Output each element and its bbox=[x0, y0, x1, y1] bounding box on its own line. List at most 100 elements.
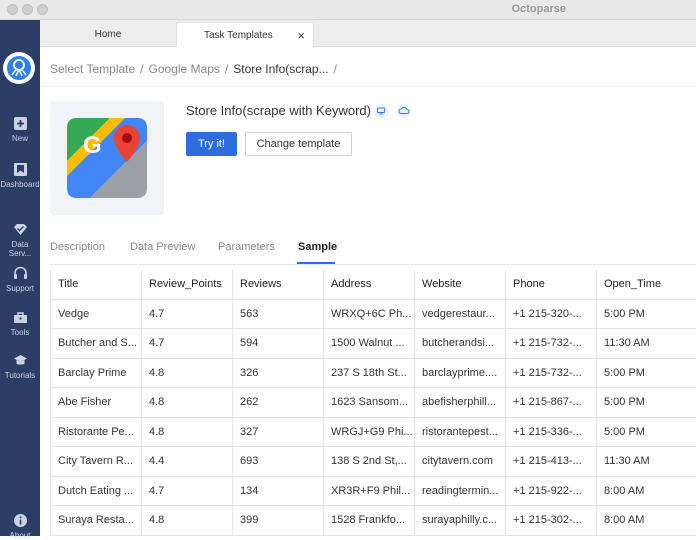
table-cell: XR3R+F9 Phil... bbox=[324, 476, 415, 505]
table-cell: +1 215-922-... bbox=[506, 476, 597, 505]
sample-data-table: Title Review_Points Reviews Address Website P… bbox=[50, 270, 696, 536]
template-thumbnail: G bbox=[50, 101, 164, 215]
table-cell: 399 bbox=[233, 506, 324, 535]
table-cell: 8:00 AM bbox=[597, 506, 696, 535]
window-title-bar: Octoparse bbox=[0, 0, 696, 20]
octoparse-logo[interactable] bbox=[3, 52, 35, 84]
table-cell: +1 215-302-... bbox=[506, 506, 597, 535]
table-cell: 4.4 bbox=[142, 447, 233, 476]
table-cell: 326 bbox=[233, 358, 324, 387]
table-cell: 1528 Frankfo... bbox=[324, 506, 415, 535]
table-cell: 5:00 PM bbox=[597, 359, 696, 388]
table-cell: 11:30 AM bbox=[597, 447, 696, 476]
table-cell: 8:00 AM bbox=[597, 477, 696, 506]
column-header: Review_Points bbox=[142, 270, 233, 299]
table-cell: 138 S 2nd St,... bbox=[324, 447, 415, 476]
sidebar-item-data-services[interactable]: Data Serv... bbox=[0, 222, 40, 258]
table-cell: Suraya Resta... bbox=[51, 506, 142, 535]
tab-sample[interactable]: Sample bbox=[298, 241, 337, 253]
column-header: Address bbox=[324, 270, 415, 299]
table-cell: 237 S 18th St... bbox=[324, 358, 415, 387]
table-cell: +1 215-732-... bbox=[506, 329, 597, 358]
change-template-button[interactable]: Change template bbox=[245, 132, 352, 156]
table-row[interactable]: Ristorante Pe... 4.8 327 WRGJ+G9 Phi... rist… bbox=[51, 417, 696, 447]
sidebar-item-tools[interactable]: Tools bbox=[0, 310, 40, 337]
table-cell: +1 215-732-... bbox=[506, 358, 597, 387]
table-cell: butcherandsi... bbox=[415, 329, 506, 358]
tab-data-preview[interactable]: Data Preview bbox=[130, 241, 195, 253]
breadcrumb-separator: / bbox=[333, 62, 337, 76]
breadcrumb: Select Template / Google Maps / Store Info(s… bbox=[50, 62, 342, 76]
sidebar-item-label: Tools bbox=[10, 328, 30, 337]
sidebar-item-tutorials[interactable]: Tutorials bbox=[0, 353, 40, 380]
table-cell: 327 bbox=[233, 417, 324, 446]
table-cell: 4.8 bbox=[142, 388, 233, 417]
table-cell: 1500 Walnut ... bbox=[324, 329, 415, 358]
table-cell: 5:00 PM bbox=[597, 418, 696, 447]
table-cell: 4.7 bbox=[142, 299, 233, 328]
table-cell: 262 bbox=[233, 388, 324, 417]
google-maps-icon: G bbox=[67, 118, 147, 198]
table-row[interactable]: City Tavern R... 4.4 693 138 S 2nd St,... ci… bbox=[51, 447, 696, 477]
table-cell: Abe Fisher bbox=[51, 388, 142, 417]
table-row[interactable]: Barclay Prime 4.8 326 237 S 18th St... barcl… bbox=[51, 358, 696, 388]
sidebar-item-label: Support bbox=[5, 284, 35, 293]
divider bbox=[50, 264, 696, 265]
sidebar: New Dashboard Data Serv... Support Tools… bbox=[0, 20, 40, 540]
table-cell: WRGJ+G9 Phi... bbox=[324, 417, 415, 446]
column-header: Website bbox=[415, 270, 506, 299]
table-cell: Barclay Prime bbox=[51, 358, 142, 387]
info-icon bbox=[13, 514, 27, 527]
tab-bar: Home Task Templates × bbox=[40, 20, 696, 47]
table-cell: surayaphilly.c... bbox=[415, 506, 506, 535]
table-row[interactable]: Suraya Resta... 4.8 399 1528 Frankfo... sura… bbox=[51, 506, 696, 536]
table-cell: 134 bbox=[233, 476, 324, 505]
divider bbox=[40, 86, 696, 87]
table-cell: 4.7 bbox=[142, 476, 233, 505]
tab-parameters[interactable]: Parameters bbox=[218, 241, 275, 253]
bookmark-icon bbox=[13, 163, 27, 176]
breadcrumb-item-select-template[interactable]: Select Template bbox=[50, 62, 135, 76]
table-cell: readingtermin... bbox=[415, 476, 506, 505]
tab-task-templates[interactable]: Task Templates × bbox=[176, 22, 314, 47]
table-row[interactable]: Dutch Eating ... 4.7 134 XR3R+F9 Phil... rea… bbox=[51, 476, 696, 506]
sidebar-item-label: Dashboard bbox=[0, 180, 40, 189]
table-cell: barclayprime.... bbox=[415, 358, 506, 387]
breadcrumb-item-current: Store Info(scrap... bbox=[233, 62, 329, 76]
tab-home[interactable]: Home bbox=[40, 22, 176, 47]
table-row[interactable]: Vedge 4.7 563 WRXQ+6C Ph... vedgerestaur... +… bbox=[51, 299, 696, 329]
sidebar-item-dashboard[interactable]: Dashboard bbox=[0, 162, 40, 189]
try-it-button[interactable]: Try it! bbox=[186, 132, 237, 156]
table-cell: 594 bbox=[233, 329, 324, 358]
table-cell: 11:30 AM bbox=[597, 329, 696, 358]
tab-description[interactable]: Description bbox=[50, 241, 105, 253]
table-cell: 4.7 bbox=[142, 329, 233, 358]
tab-label: Home bbox=[94, 29, 122, 40]
breadcrumb-separator: / bbox=[224, 62, 229, 76]
table-row[interactable]: Abe Fisher 4.8 262 1623 Sansom... abefisherp… bbox=[51, 388, 696, 418]
table-cell: 1623 Sansom... bbox=[324, 388, 415, 417]
table-row[interactable]: Butcher and S... 4.7 594 1500 Walnut ... but… bbox=[51, 329, 696, 359]
table-cell: Ristorante Pe... bbox=[51, 417, 142, 446]
close-icon[interactable]: × bbox=[297, 28, 305, 43]
diamond-icon bbox=[13, 224, 27, 235]
breadcrumb-separator: / bbox=[140, 62, 144, 76]
cloud-icon bbox=[397, 104, 411, 118]
breadcrumb-item-google-maps[interactable]: Google Maps bbox=[149, 62, 220, 76]
table-cell: Vedge bbox=[51, 299, 142, 328]
column-header: Title bbox=[51, 270, 142, 299]
graduation-cap-icon bbox=[13, 355, 27, 365]
table-cell: ristorantepest... bbox=[415, 417, 506, 446]
table-cell: vedgerestaur... bbox=[415, 299, 506, 328]
sidebar-item-support[interactable]: Support bbox=[0, 266, 40, 293]
sidebar-item-new[interactable]: New bbox=[0, 116, 40, 143]
toolbox-icon bbox=[13, 312, 27, 323]
table-header-row: Title Review_Points Reviews Address Website P… bbox=[51, 270, 696, 300]
desktop-icon bbox=[374, 104, 388, 118]
table-cell: Dutch Eating ... bbox=[51, 476, 142, 505]
template-title: Store Info(scrape with Keyword) bbox=[186, 103, 371, 118]
table-cell: City Tavern R... bbox=[51, 447, 142, 476]
table-cell: citytavern.com bbox=[415, 447, 506, 476]
column-header: Phone bbox=[506, 270, 597, 299]
table-cell: +1 215-413-... bbox=[506, 447, 597, 476]
